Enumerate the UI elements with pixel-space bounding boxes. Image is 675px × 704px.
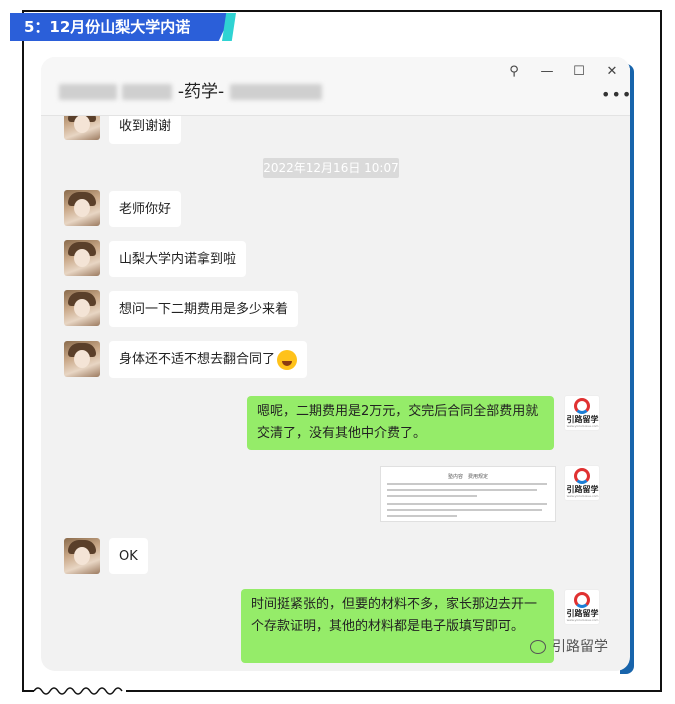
message-bubble[interactable]: 想问一下二期费用是多少来着 [109,291,299,327]
avatar[interactable]: 引路留学 www.yinluliuxue.com [564,589,600,625]
avatar[interactable] [64,190,100,226]
thumbnail-text-line [387,515,457,517]
wechat-icon [530,640,546,654]
message-bubble[interactable]: 山梨大学内诺拿到啦 [109,241,247,277]
maximize-button[interactable]: ☐ [568,61,590,83]
brand-logo-icon [574,468,590,484]
avatar[interactable] [64,341,100,377]
thumbnail-text-line [387,509,542,511]
thumbnail-caption: 塾内容 费用规定 [447,474,488,480]
message-bubble[interactable]: 时间挺紧张的，但要的材料不多，家长那边去开一个存款证明，其他的材料都是电子版填写… [241,589,554,663]
close-button[interactable]: ✕ [601,61,623,83]
avatar-site-text: www.yinluliuxue.com [566,494,599,498]
image-message-thumbnail[interactable]: 塾内容 费用规定 [380,466,556,522]
titlebar-cover: -药学- ⚲ — ☐ ✕ ••• [41,57,632,116]
brand-logo-icon [574,398,590,414]
minimize-button[interactable]: — [536,61,558,83]
thumbnail-text-line [387,495,477,497]
grin-sweat-emoji-icon [277,349,298,370]
avatar-site-text: www.yinluliuxue.com [566,618,599,622]
section-banner: 5：12月份山梨大学内诺 [10,13,232,41]
banner-title: 5：12月份山梨大学内诺 [24,18,191,36]
wavy-border-decoration [34,684,126,698]
blurred-name-part [122,84,173,100]
avatar-site-text: www.yinluliuxue.com [566,424,599,428]
thumbnail-text-line [387,489,537,491]
message-bubble[interactable]: 身体还不适不想去翻合同了 [109,341,308,378]
more-options-icon[interactable]: ••• [601,85,632,104]
avatar[interactable]: 引路留学 www.yinluliuxue.com [564,465,600,501]
watermark: 引路留学 [530,636,608,656]
avatar-brand-text: 引路留学 [566,415,599,424]
message-timestamp: 2022年12月16日 10:07 [263,158,399,178]
message-bubble[interactable]: OK [109,538,148,574]
brand-logo-icon [574,592,590,608]
blurred-name-part [59,84,117,100]
avatar-brand-text: 引路留学 [566,485,599,494]
message-bubble[interactable]: 老师你好 [109,191,182,227]
message-bubble[interactable]: 收到谢谢 [109,112,182,144]
avatar-brand-text: 引路留学 [566,609,599,618]
avatar[interactable] [64,240,100,276]
chat-title-text: -药学- [177,82,225,102]
avatar[interactable] [64,538,100,574]
avatar[interactable]: 引路留学 www.yinluliuxue.com [564,395,600,431]
watermark-text: 引路留学 [552,639,608,655]
message-bubble[interactable]: 嗯呢，二期费用是2万元，交完后合同全部费用就交清了，没有其他中介费了。 [247,396,554,450]
message-text: 身体还不适不想去翻合同了 [119,352,276,367]
chat-title: -药学- [59,77,322,102]
avatar[interactable] [64,290,100,326]
thumbnail-text-line [387,483,547,485]
blurred-name-part [229,84,322,100]
thumbnail-text-line [387,503,547,505]
pin-icon[interactable]: ⚲ [503,61,525,83]
